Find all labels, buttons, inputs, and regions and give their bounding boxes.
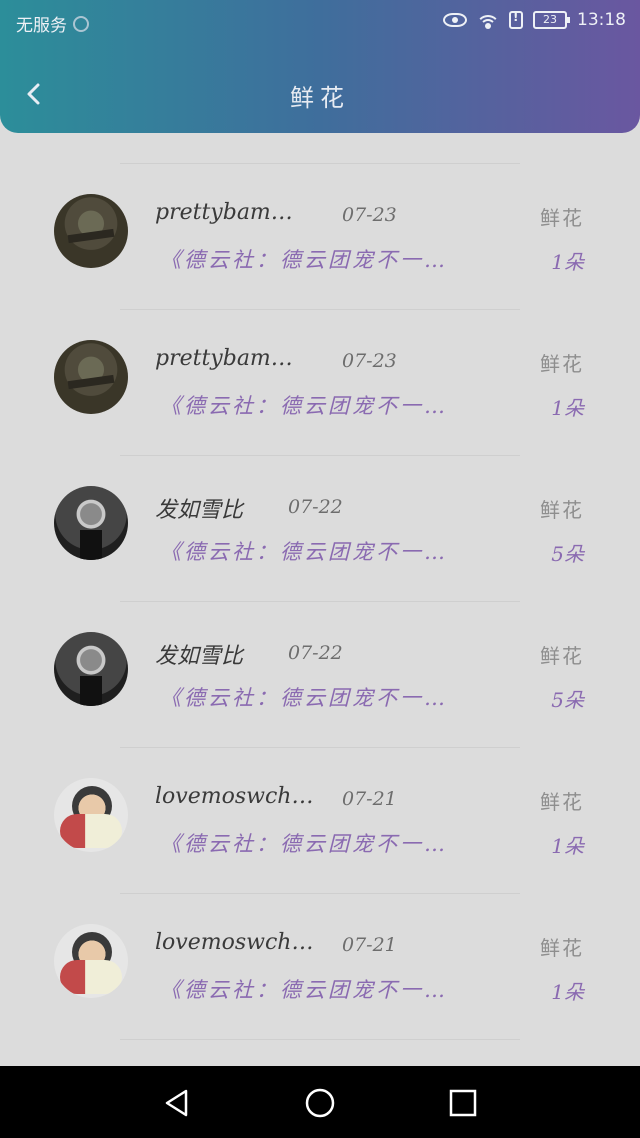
avatar[interactable] bbox=[54, 194, 128, 268]
gift-type: 鲜花 bbox=[540, 644, 584, 668]
gift-type: 鲜花 bbox=[540, 790, 584, 814]
gift-count: 1朵 bbox=[551, 250, 584, 274]
nav-recent-button[interactable] bbox=[448, 1088, 478, 1118]
item-date: 07-22 bbox=[288, 642, 343, 664]
item-date: 07-21 bbox=[342, 934, 397, 956]
gift-count: 5朵 bbox=[551, 688, 584, 712]
status-left: 无服务 bbox=[16, 11, 89, 36]
top-bar: 无服务 23 13:18 鲜花 bbox=[0, 0, 640, 133]
item-description[interactable]: 《德云社：德云团宠不一… bbox=[160, 390, 448, 420]
wifi-icon bbox=[477, 11, 499, 29]
item-description[interactable]: 《德云社：德云团宠不一… bbox=[160, 536, 448, 566]
gift-type: 鲜花 bbox=[540, 498, 584, 522]
list-item[interactable]: prettybam… 07-23 鲜花《德云社：德云团宠不一… 1朵 bbox=[0, 310, 640, 456]
gift-count: 1朵 bbox=[551, 834, 584, 858]
gift-count: 1朵 bbox=[551, 396, 584, 420]
sim-icon bbox=[73, 15, 89, 32]
list-item[interactable]: lovemoswch… 07-21 鲜花《德云社：德云团宠不一… 1朵 bbox=[0, 748, 640, 894]
avatar[interactable] bbox=[54, 924, 128, 998]
user-name: 发如雪比 bbox=[155, 644, 244, 669]
gift-count: 1朵 bbox=[551, 980, 584, 1004]
list-item[interactable]: lovemoswch… 07-21 鲜花《德云社：德云团宠不一… 1朵 bbox=[0, 894, 640, 1040]
system-nav-bar bbox=[0, 1066, 640, 1138]
flower-record-list: 《德云社：德云团宠不一…1朵prettybam…07-23鲜花《德云社：德云团宠… bbox=[0, 133, 640, 1066]
item-date: 07-23 bbox=[342, 350, 397, 372]
item-date: 07-23 bbox=[342, 204, 397, 226]
user-name: lovemoswch… bbox=[155, 930, 314, 955]
user-name: prettybam… bbox=[155, 200, 293, 225]
list-item[interactable]: prettybam… 07-23 鲜花《德云社：德云团宠不一… 1朵 bbox=[0, 164, 640, 310]
item-description[interactable]: 《德云社：德云团宠不一… bbox=[160, 828, 448, 858]
alert-icon bbox=[509, 10, 523, 29]
carrier-text: 无服务 bbox=[16, 16, 67, 36]
gift-type: 鲜花 bbox=[540, 936, 584, 960]
user-name: 发如雪比 bbox=[155, 498, 244, 523]
square-recent-icon bbox=[449, 1089, 477, 1117]
eye-comfort-icon bbox=[443, 13, 467, 27]
status-bar: 无服务 23 13:18 bbox=[0, 0, 640, 44]
battery-icon: 23 bbox=[533, 11, 570, 29]
item-date: 07-21 bbox=[342, 788, 397, 810]
list-item[interactable]: 发如雪比 07-22 鲜花《德云社：德云团宠不一… 5朵 bbox=[0, 602, 640, 748]
user-name: lovemoswch… bbox=[155, 784, 314, 809]
gift-type: 鲜花 bbox=[540, 206, 584, 230]
nav-home-button[interactable] bbox=[305, 1088, 335, 1118]
avatar[interactable] bbox=[54, 778, 128, 852]
gift-type: 鲜花 bbox=[540, 352, 584, 376]
status-right: 23 13:18 bbox=[443, 10, 626, 30]
clock: 13:18 bbox=[577, 10, 626, 30]
divider bbox=[120, 1039, 520, 1040]
nav-back-button[interactable] bbox=[162, 1088, 192, 1118]
item-date: 07-22 bbox=[288, 496, 343, 518]
list-item[interactable]: 发如雪比 07-22 鲜花《德云社：德云团宠不一… 5朵 bbox=[0, 456, 640, 602]
item-description[interactable]: 《德云社：德云团宠不一… bbox=[160, 682, 448, 712]
item-description[interactable]: 《德云社：德云团宠不一… bbox=[160, 244, 448, 274]
avatar[interactable] bbox=[54, 632, 128, 706]
gift-count: 5朵 bbox=[551, 542, 584, 566]
page-header: 鲜花 bbox=[0, 60, 640, 132]
user-name: prettybam… bbox=[155, 346, 293, 371]
avatar[interactable] bbox=[54, 486, 128, 560]
list-item[interactable]: 《德云社：德云团宠不一…1朵 bbox=[0, 133, 640, 164]
triangle-back-icon bbox=[165, 1089, 188, 1117]
avatar[interactable] bbox=[54, 340, 128, 414]
page-title: 鲜花 bbox=[290, 84, 350, 112]
item-description[interactable]: 《德云社：德云团宠不一… bbox=[160, 974, 448, 1004]
circle-home-icon bbox=[305, 1088, 335, 1118]
